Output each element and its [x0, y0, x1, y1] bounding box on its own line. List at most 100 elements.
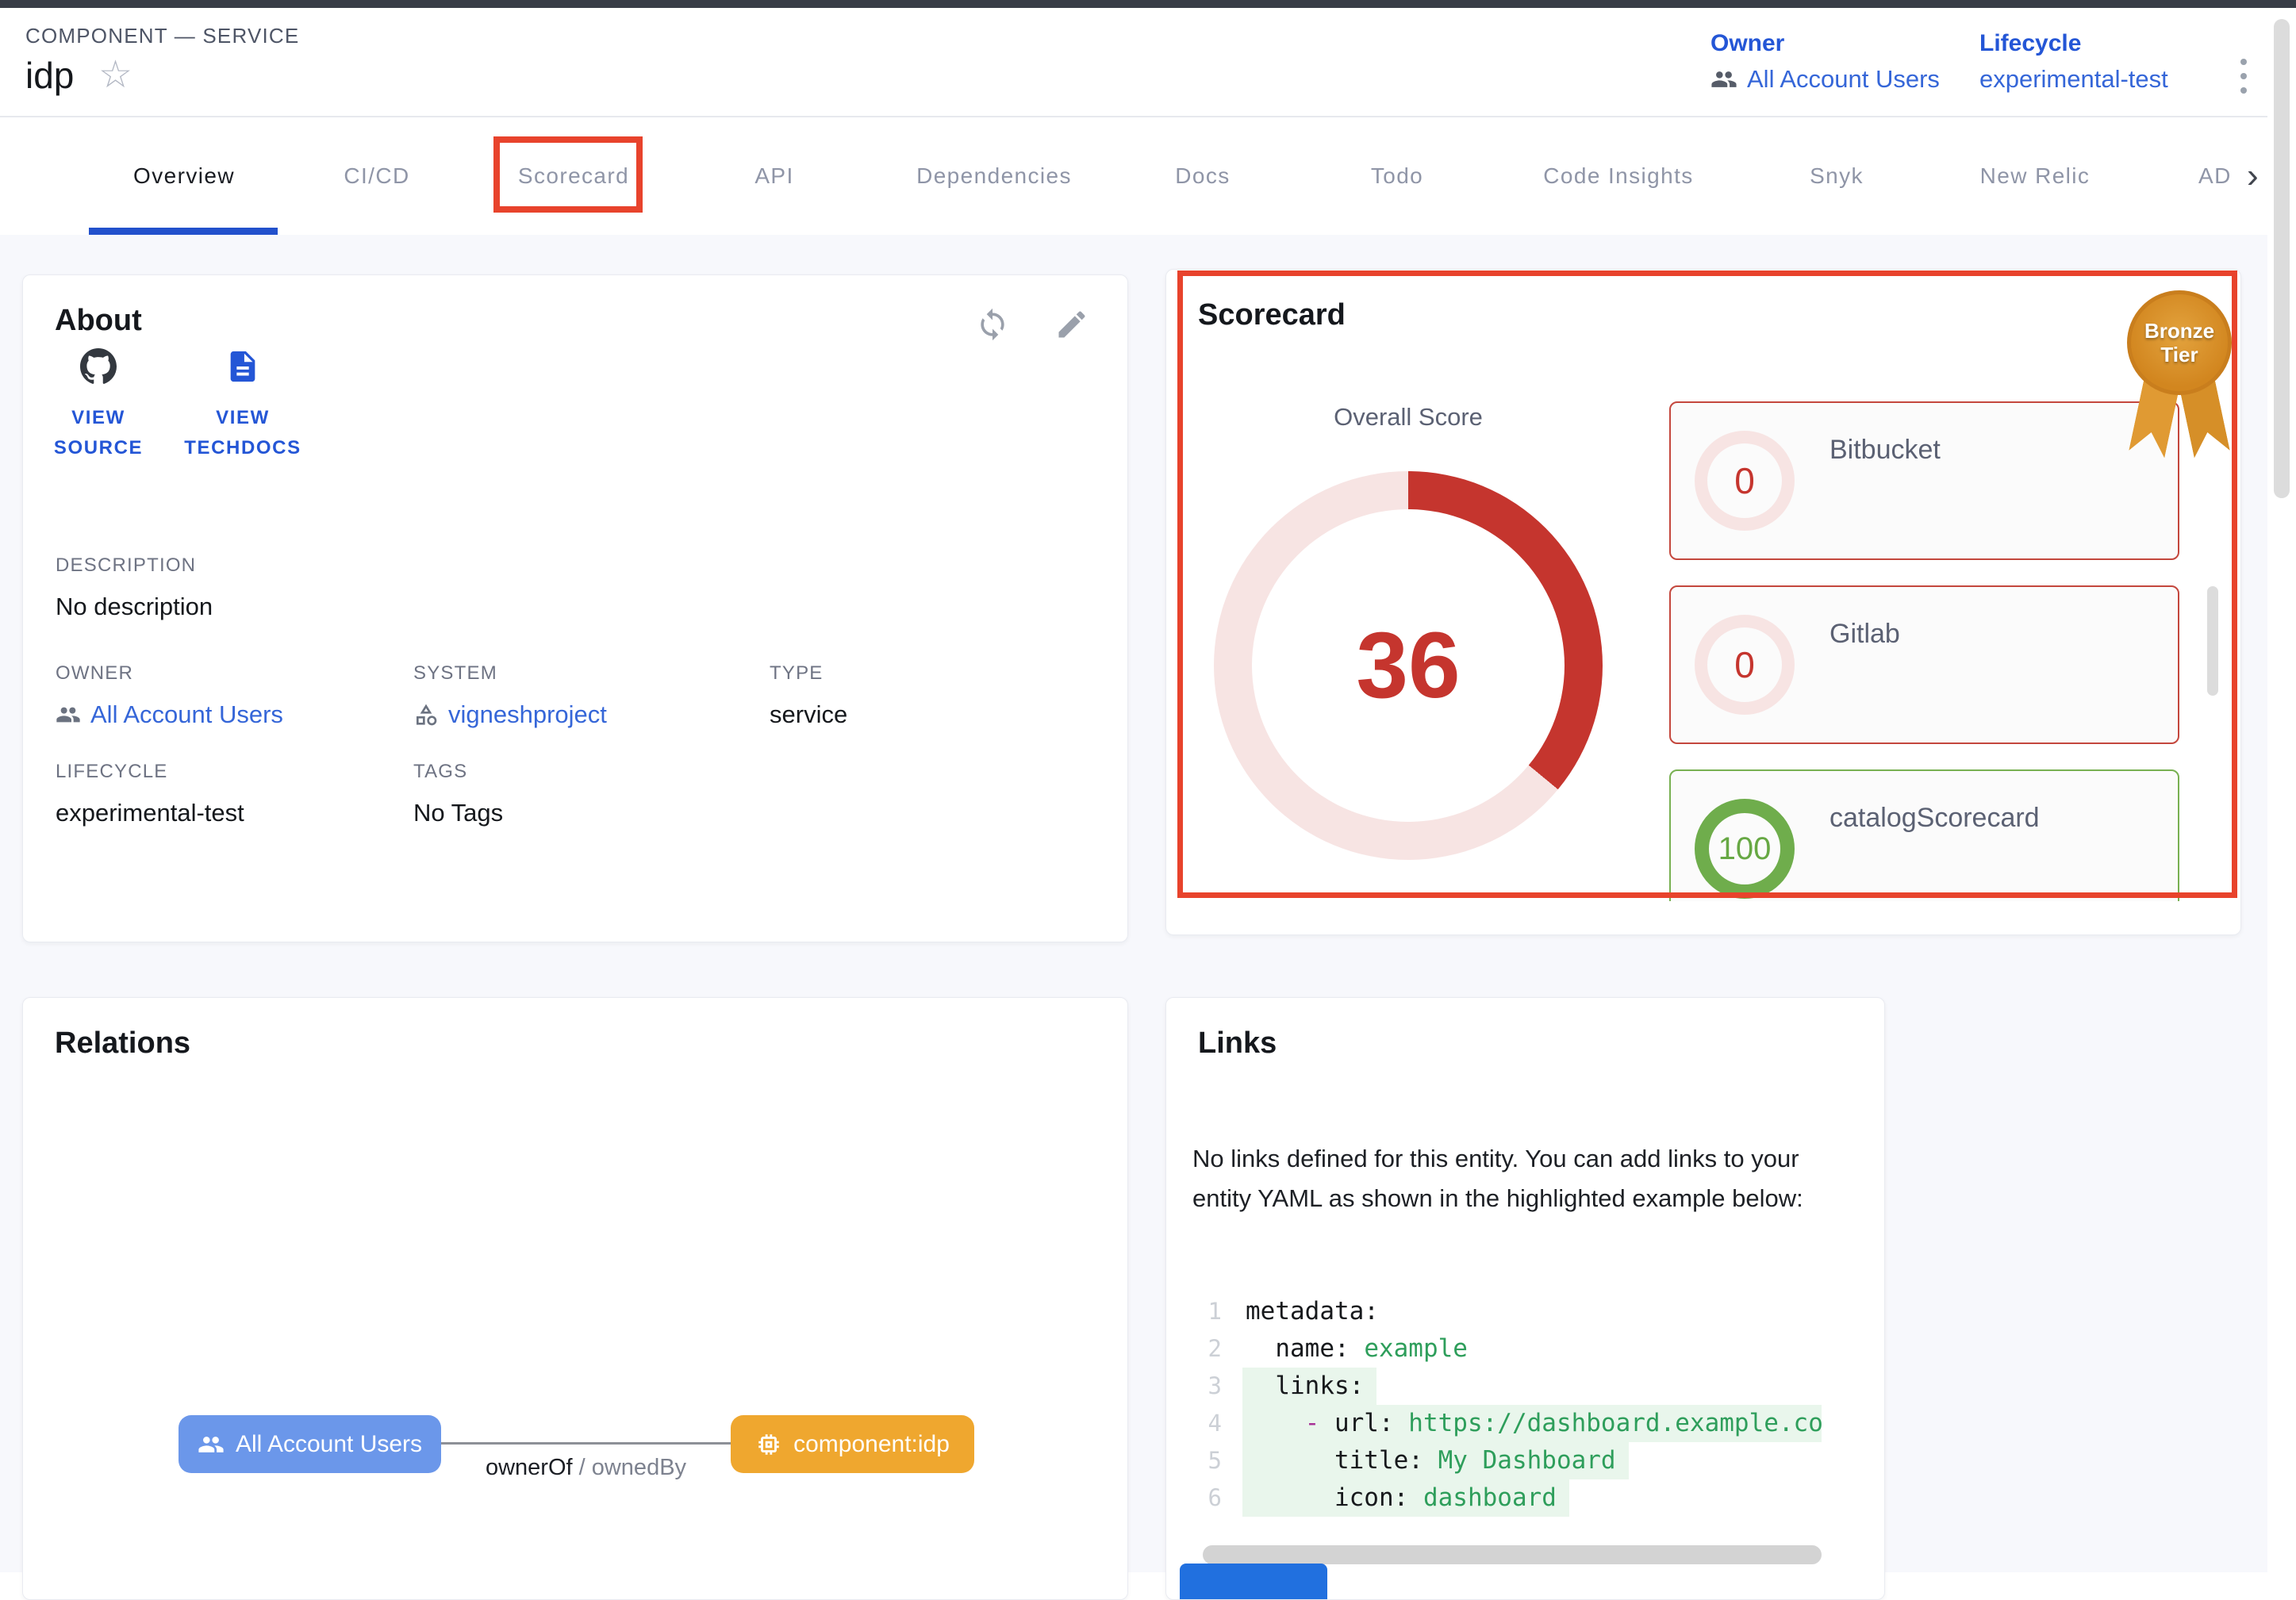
tab-ci-cd[interactable]: CI/CD — [344, 117, 409, 235]
entity-kind-breadcrumb: COMPONENT — SERVICE — [25, 24, 299, 48]
people-icon — [56, 702, 81, 727]
code-line-number: 1 — [1187, 1293, 1222, 1330]
score-item-label: Gitlab — [1830, 619, 1900, 650]
yaml-code-block: 1metadata:2 name: example3 links:4 - url… — [1187, 1293, 1822, 1517]
code-line: 6 icon: dashboard — [1187, 1479, 1822, 1517]
code-line: 5 title: My Dashboard — [1187, 1442, 1822, 1479]
system-category-icon — [413, 702, 439, 727]
relations-card: Relations All Account Users component:id… — [22, 997, 1128, 1600]
code-line-number: 4 — [1187, 1405, 1222, 1442]
edit-pencil-icon[interactable] — [1054, 307, 1089, 342]
tab-scorecard[interactable]: Scorecard — [518, 117, 629, 235]
relation-node-label: All Account Users — [236, 1431, 422, 1458]
relations-card-title: Relations — [55, 1026, 190, 1061]
scorecard-item-gitlab[interactable]: 0 Gitlab — [1669, 585, 2179, 744]
owner-link[interactable]: All Account Users — [56, 700, 283, 729]
code-line-number: 3 — [1187, 1368, 1222, 1405]
header-owner-label: Owner — [1710, 30, 1940, 57]
tags-value: No Tags — [413, 799, 503, 827]
relation-edge-line — [441, 1442, 731, 1445]
people-icon — [1710, 66, 1737, 93]
header-lifecycle-block: Lifecycle experimental-test — [1979, 30, 2168, 94]
score-item-label: Bitbucket — [1830, 435, 1941, 466]
relation-edge-label: ownerOf / ownedBy — [441, 1455, 731, 1481]
browser-top-bar — [0, 0, 2296, 8]
score-item-label: catalogScorecard — [1830, 803, 2040, 834]
header-owner-link[interactable]: All Account Users — [1710, 65, 1940, 94]
kebab-menu-icon[interactable] — [2228, 44, 2260, 108]
links-empty-message: No links defined for this entity. You ca… — [1192, 1139, 1843, 1218]
lifecycle-label: LIFECYCLE — [56, 761, 244, 783]
code-line: 2 name: example — [1187, 1330, 1822, 1368]
about-card: About VIEW SOURCE VIEW TECHDOCS DESCRIPT… — [22, 274, 1128, 942]
active-tab-underline — [89, 228, 278, 235]
links-card: Links No links defined for this entity. … — [1165, 997, 1885, 1600]
tags-label: TAGS — [413, 761, 503, 783]
relation-node-all-account-users[interactable]: All Account Users — [179, 1415, 441, 1473]
view-source-label: VIEW SOURCE — [31, 403, 166, 463]
overall-score-gauge: 36 — [1214, 471, 1603, 860]
owner-value: All Account Users — [90, 700, 283, 729]
code-line-number: 2 — [1187, 1330, 1222, 1368]
view-source-link[interactable]: VIEW SOURCE — [31, 348, 166, 463]
refresh-icon[interactable] — [975, 307, 1010, 342]
edge-label-separator: / — [573, 1455, 592, 1480]
score-ring: 0 — [1695, 431, 1795, 531]
links-card-title: Links — [1198, 1026, 1277, 1061]
scorecard-item-catalogscorecard[interactable]: 100 catalogScorecard — [1669, 769, 2179, 901]
score-ring: 100 — [1695, 799, 1795, 899]
system-label: SYSTEM — [413, 662, 607, 685]
type-label: TYPE — [770, 662, 847, 685]
relation-node-label: component:idp — [793, 1431, 950, 1458]
scorecard-list-scrollbar-thumb[interactable] — [2207, 586, 2218, 696]
scorecard-card: Scorecard Overall Score 36 0 Bitbucket 0 Gi… — [1165, 269, 2241, 935]
header-owner-value: All Account Users — [1747, 65, 1940, 94]
system-link[interactable]: vigneshproject — [413, 700, 607, 729]
tab-ad[interactable]: AD — [2198, 117, 2232, 235]
score-ring: 0 — [1695, 615, 1795, 715]
overall-score-label: Overall Score — [1289, 403, 1527, 432]
tab-code-insights[interactable]: Code Insights — [1543, 117, 1693, 235]
edge-label-ownerof: ownerOf — [486, 1455, 573, 1480]
description-value: No description — [56, 593, 213, 621]
about-card-title: About — [55, 304, 142, 338]
page-title: idp — [25, 52, 74, 98]
scorecard-item-bitbucket[interactable]: 0 Bitbucket — [1669, 401, 2179, 560]
code-line: 3 links: — [1187, 1368, 1822, 1405]
tabs-overflow-chevron-icon[interactable]: › — [2247, 117, 2259, 235]
view-techdocs-label: VIEW TECHDOCS — [175, 403, 310, 463]
chip-icon — [755, 1431, 782, 1458]
scorecard-list: 0 Bitbucket 0 Gitlab 100 catalogScorecard — [1669, 401, 2179, 901]
description-label: DESCRIPTION — [56, 554, 213, 577]
overall-score-value: 36 — [1214, 471, 1603, 860]
header-owner-block: Owner All Account Users — [1710, 30, 1940, 94]
code-line-number: 6 — [1187, 1479, 1222, 1517]
owner-label: OWNER — [56, 662, 283, 685]
code-line: 1metadata: — [1187, 1293, 1822, 1330]
tab-todo[interactable]: Todo — [1371, 117, 1423, 235]
relation-node-component-idp[interactable]: component:idp — [731, 1415, 974, 1473]
type-value: service — [770, 700, 847, 729]
scorecard-card-title: Scorecard — [1198, 298, 1346, 332]
system-value: vigneshproject — [448, 700, 607, 729]
code-line-number: 5 — [1187, 1442, 1222, 1479]
page-scrollbar-thumb[interactable] — [2274, 19, 2290, 498]
lifecycle-value: experimental-test — [56, 799, 244, 827]
tab-overview[interactable]: Overview — [133, 117, 235, 235]
people-icon — [198, 1431, 225, 1458]
view-techdocs-link[interactable]: VIEW TECHDOCS — [175, 348, 310, 463]
header-lifecycle-value: experimental-test — [1979, 65, 2168, 94]
header-lifecycle-label: Lifecycle — [1979, 30, 2168, 57]
code-horizontal-scrollbar[interactable] — [1203, 1545, 1822, 1564]
tab-snyk[interactable]: Snyk — [1810, 117, 1864, 235]
edge-label-ownedby: ownedBy — [592, 1455, 686, 1480]
techdocs-document-icon — [225, 348, 261, 385]
tab-docs[interactable]: Docs — [1175, 117, 1230, 235]
links-action-button[interactable] — [1180, 1564, 1327, 1600]
tab-api[interactable]: API — [754, 117, 793, 235]
github-icon — [80, 348, 117, 385]
tab-bar: Overview CI/CD Scorecard API Dependencies Doc… — [0, 117, 2267, 235]
favorite-star-icon[interactable]: ☆ — [98, 52, 132, 98]
tab-dependencies[interactable]: Dependencies — [916, 117, 1072, 235]
tab-new-relic[interactable]: New Relic — [1980, 117, 2091, 235]
